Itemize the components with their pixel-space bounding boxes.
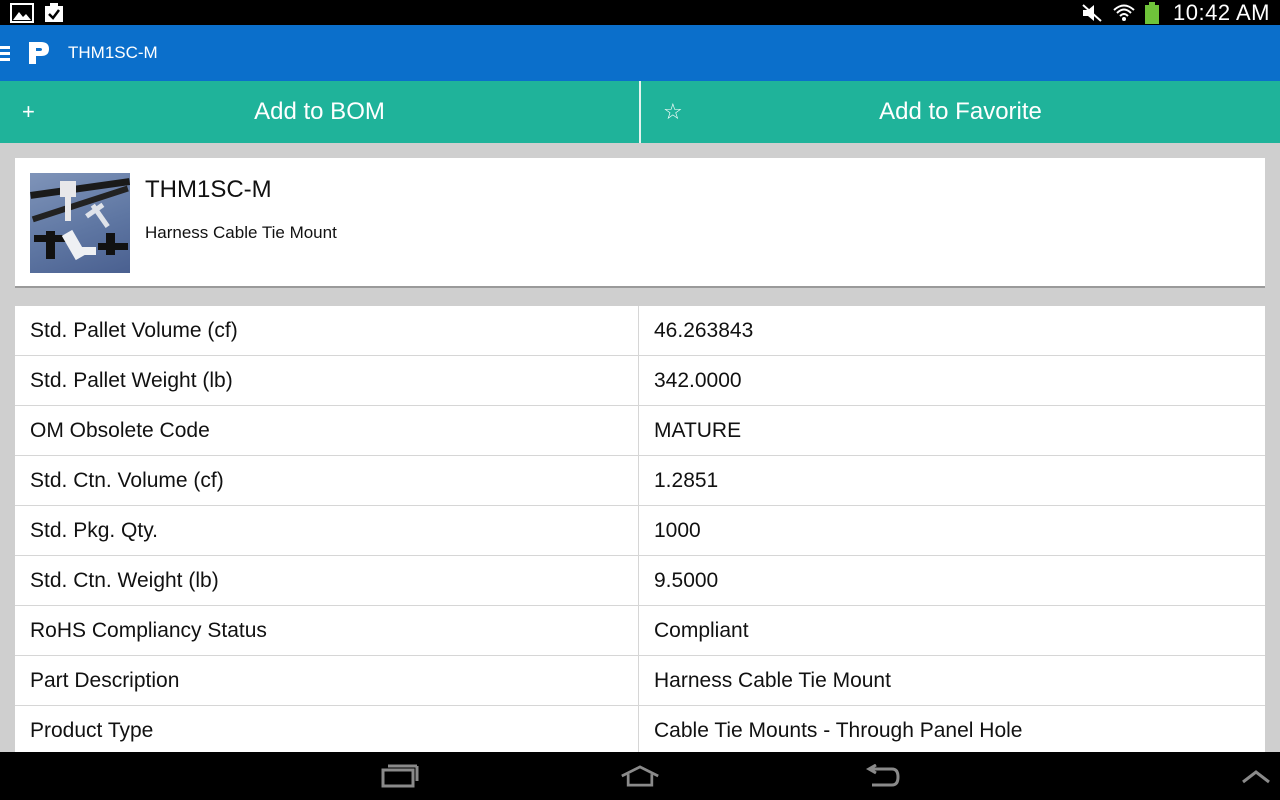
table-row: Std. Ctn. Volume (cf) 1.2851 <box>15 456 1265 506</box>
spec-label: Std. Pallet Weight (lb) <box>15 356 639 405</box>
spec-value: Harness Cable Tie Mount <box>654 668 891 692</box>
menu-icon[interactable] <box>0 45 14 61</box>
spec-label: Std. Ctn. Volume (cf) <box>15 456 639 505</box>
table-row: Std. Pkg. Qty. 1000 <box>15 506 1265 556</box>
spec-label: Std. Pkg. Qty. <box>15 506 639 555</box>
table-row: Product Type Cable Tie Mounts - Through … <box>15 706 1265 752</box>
table-row: Std. Ctn. Weight (lb) 9.5000 <box>15 556 1265 606</box>
table-row: OM Obsolete Code MATURE <box>15 406 1265 456</box>
app-title: THM1SC-M <box>68 43 158 62</box>
gallery-icon <box>10 2 34 23</box>
add-to-favorite-label: Add to Favorite <box>879 98 1042 125</box>
spec-value: 342.0000 <box>654 368 742 392</box>
spec-label: OM Obsolete Code <box>15 406 639 455</box>
status-time: 10:42 AM <box>1173 0 1270 25</box>
table-row: Std. Pallet Weight (lb) 342.0000 <box>15 356 1265 406</box>
product-part-number: THM1SC-M <box>145 176 272 203</box>
table-row: Part Description Harness Cable Tie Mount <box>15 656 1265 706</box>
wifi-icon <box>1113 3 1135 23</box>
chevron-up-icon[interactable] <box>1236 760 1276 792</box>
recent-apps-icon[interactable] <box>380 760 420 792</box>
product-name: Harness Cable Tie Mount <box>145 223 337 242</box>
action-bar: + Add to BOM ☆ Add to Favorite <box>0 81 1280 143</box>
status-bar: 10:42 AM <box>0 0 1280 25</box>
clipboard-check-icon <box>44 2 64 23</box>
battery-icon <box>1145 1 1160 24</box>
table-row: RoHS Compliancy Status Compliant <box>15 606 1265 656</box>
spec-label: Product Type <box>15 706 639 752</box>
spec-label: Std. Pallet Volume (cf) <box>15 306 639 355</box>
add-to-bom-button[interactable]: + Add to BOM <box>0 81 639 143</box>
spec-table: Std. Pallet Volume (cf) 46.263843 Std. P… <box>15 306 1265 752</box>
star-icon: ☆ <box>663 99 683 124</box>
plus-icon: + <box>22 99 35 124</box>
add-to-bom-label: Add to BOM <box>254 98 385 125</box>
spec-value: MATURE <box>654 418 742 442</box>
app-bar: THM1SC-M <box>0 25 1280 81</box>
mute-icon <box>1081 3 1103 23</box>
spec-label: Part Description <box>15 656 639 705</box>
spec-value: Cable Tie Mounts - Through Panel Hole <box>654 718 1023 742</box>
spec-value: 46.263843 <box>654 318 754 342</box>
spec-label: Std. Ctn. Weight (lb) <box>15 556 639 605</box>
spec-value: 1.2851 <box>654 468 719 492</box>
home-icon[interactable] <box>620 760 660 792</box>
nav-bar <box>0 752 1280 800</box>
back-icon[interactable] <box>862 760 902 792</box>
spec-value: 9.5000 <box>654 568 719 592</box>
table-row: Std. Pallet Volume (cf) 46.263843 <box>15 306 1265 356</box>
spec-value: 1000 <box>654 518 701 542</box>
spec-label: RoHS Compliancy Status <box>15 606 639 655</box>
product-card: THM1SC-M Harness Cable Tie Mount <box>15 158 1265 288</box>
app-logo <box>26 40 52 66</box>
spec-value: Compliant <box>654 618 749 642</box>
product-image <box>30 173 130 273</box>
add-to-favorite-button[interactable]: ☆ Add to Favorite <box>639 81 1280 143</box>
